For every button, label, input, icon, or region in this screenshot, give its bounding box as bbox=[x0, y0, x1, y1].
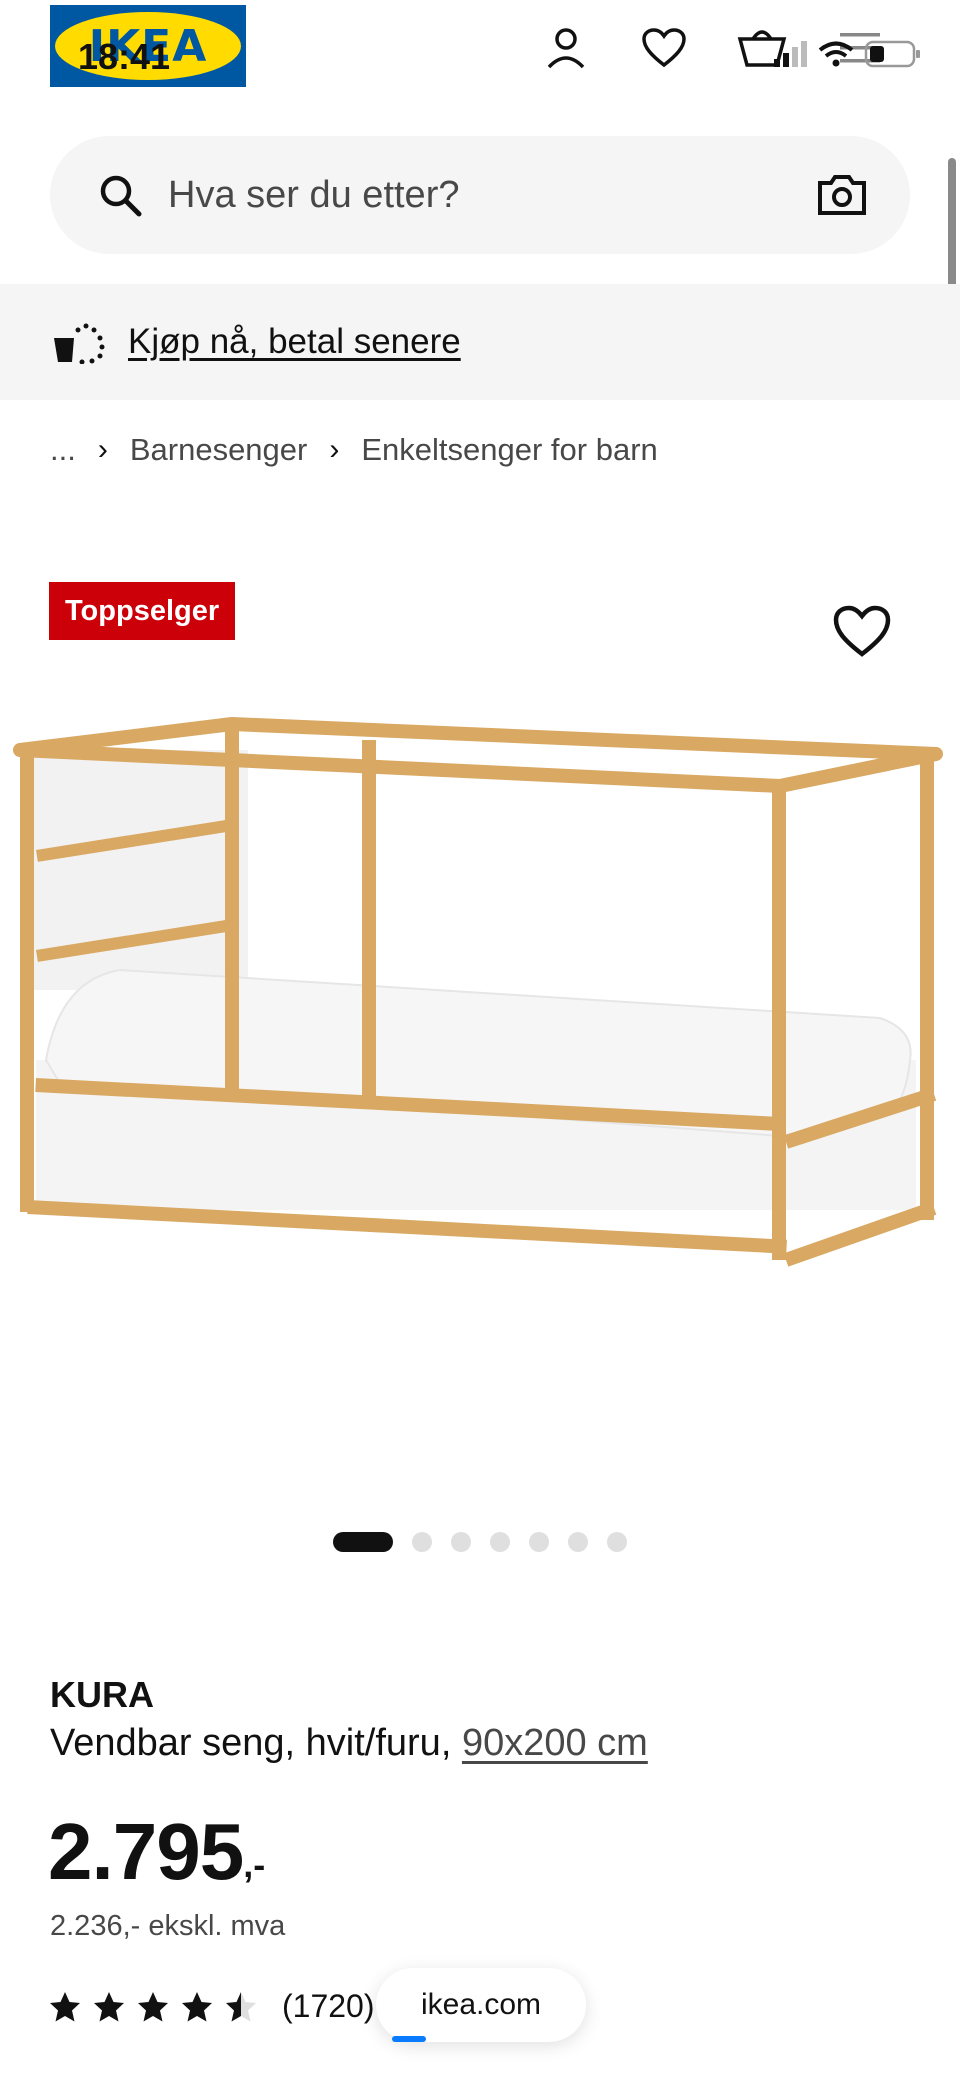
carousel-dot[interactable] bbox=[333, 1532, 393, 1552]
chevron-right-icon: › bbox=[97, 433, 108, 466]
pay-later-link[interactable]: Kjøp nå, betal senere bbox=[128, 322, 461, 362]
url-text: ikea.com bbox=[420, 1988, 542, 2021]
star-full-icon bbox=[94, 1991, 124, 2021]
breadcrumb-item-enkeltsenger[interactable]: Enkeltsenger for barn bbox=[361, 432, 657, 468]
breadcrumb-ellipsis[interactable]: ... bbox=[50, 432, 76, 468]
star-full-icon bbox=[182, 1991, 212, 2021]
star-full-icon bbox=[138, 1991, 168, 2021]
signal-icon bbox=[774, 41, 807, 67]
browser-url-pill[interactable]: ikea.com bbox=[376, 1968, 586, 2042]
search-input[interactable]: Hva ser du etter? bbox=[168, 174, 816, 217]
status-time: 18:41 bbox=[78, 36, 171, 77]
top-header: IKEA 18:41 bbox=[0, 0, 960, 120]
price-amount: 2.795 bbox=[48, 1807, 244, 1896]
carousel-dot[interactable] bbox=[490, 1532, 510, 1552]
add-to-favorites-icon[interactable] bbox=[832, 604, 892, 660]
pay-later-icon bbox=[54, 323, 105, 364]
product-price: 2.795 ,- bbox=[48, 1808, 265, 1896]
carousel-dot[interactable] bbox=[568, 1532, 588, 1552]
star-half-icon bbox=[226, 1991, 256, 2021]
price-excl-vat: 2.236,- ekskl. mva bbox=[50, 1910, 286, 1942]
carousel-dot[interactable] bbox=[412, 1532, 432, 1552]
system-status-icons bbox=[774, 40, 922, 68]
breadcrumb-item-barnesenger[interactable]: Barnesenger bbox=[130, 432, 308, 468]
product-size-link[interactable]: 90x200 cm bbox=[462, 1722, 648, 1764]
product-rating[interactable]: (1720) bbox=[48, 1988, 375, 2025]
page-load-progress bbox=[392, 2036, 426, 2042]
price-suffix: ,- bbox=[243, 1844, 266, 1885]
camera-icon[interactable] bbox=[816, 169, 868, 221]
search-icon bbox=[100, 175, 142, 217]
favorites-icon[interactable] bbox=[636, 20, 692, 76]
wifi-icon bbox=[818, 41, 854, 67]
product-description: Vendbar seng, hvit/furu, 90x200 cm bbox=[50, 1722, 648, 1765]
search-bar[interactable]: Hva ser du etter? bbox=[50, 136, 910, 254]
account-icon[interactable] bbox=[538, 20, 594, 76]
product-image[interactable] bbox=[0, 700, 960, 1340]
promo-banner: Kjøp nå, betal senere bbox=[0, 284, 960, 400]
carousel-dot[interactable] bbox=[451, 1532, 471, 1552]
top-seller-badge: Toppselger bbox=[49, 582, 236, 640]
image-carousel-dots bbox=[0, 1532, 960, 1552]
breadcrumb: ... › Barnesenger › Enkeltsenger for bar… bbox=[50, 432, 658, 468]
carousel-dot[interactable] bbox=[607, 1532, 627, 1552]
product-description-text: Vendbar seng, hvit/furu, bbox=[50, 1722, 452, 1764]
star-full-icon bbox=[50, 1991, 80, 2021]
battery-icon bbox=[864, 40, 920, 68]
product-name: KURA bbox=[50, 1674, 154, 1715]
rating-count: (1720) bbox=[282, 1988, 375, 2024]
carousel-dot[interactable] bbox=[529, 1532, 549, 1552]
chevron-right-icon: › bbox=[329, 433, 340, 466]
